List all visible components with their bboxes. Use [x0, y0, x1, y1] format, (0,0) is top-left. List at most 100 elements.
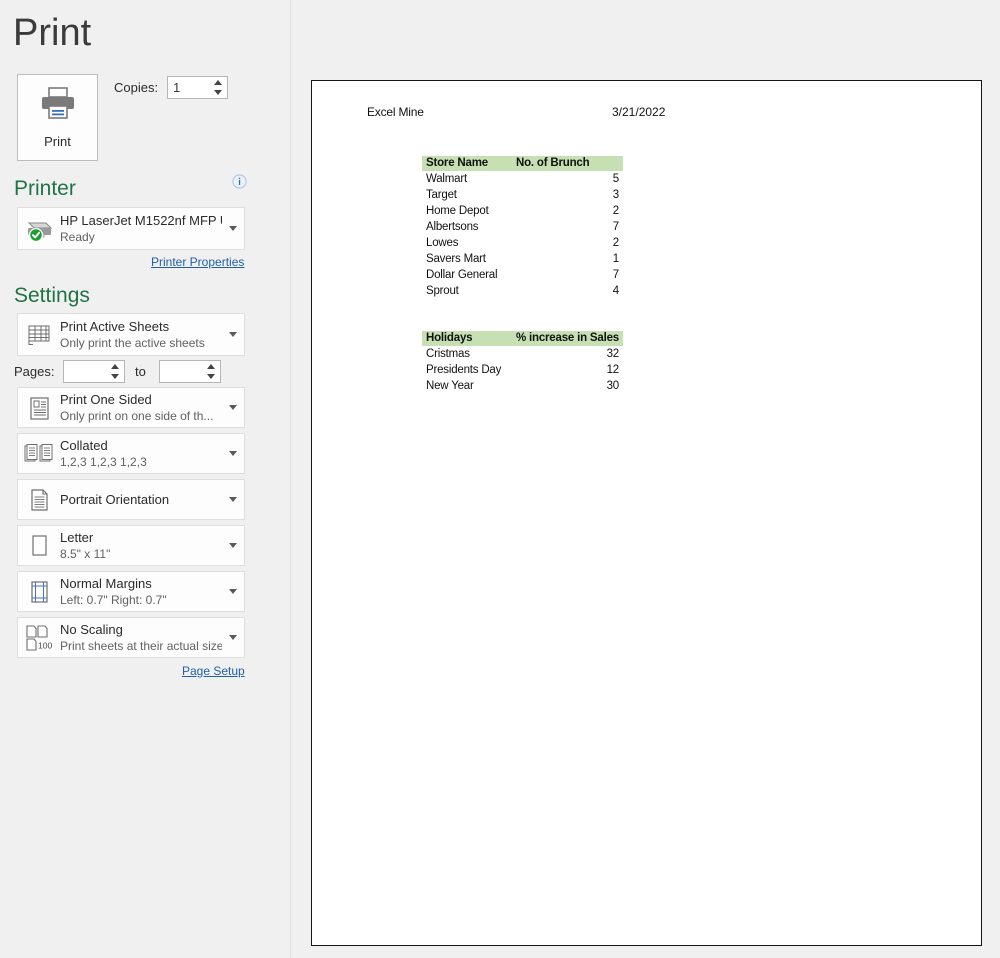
- setting-title: Letter: [60, 530, 94, 545]
- pages-to-stepper[interactable]: [159, 360, 221, 383]
- page-title: Print: [13, 12, 92, 54]
- worksheet-icon: [18, 322, 60, 348]
- cell-label: Target: [426, 189, 457, 201]
- chevron-down-icon[interactable]: [222, 405, 244, 410]
- column-header: No. of Brunch: [512, 156, 623, 171]
- portrait-icon: [18, 487, 60, 513]
- info-circle-icon[interactable]: [232, 174, 247, 194]
- cell-value: 3: [612, 189, 619, 201]
- table-row: Savers Mart 1: [422, 251, 623, 267]
- setting-title: Print One Sided: [60, 392, 152, 407]
- table-row: New Year 30: [422, 378, 623, 394]
- table-row: Home Depot 2: [422, 203, 623, 219]
- cell-value: 30: [606, 380, 620, 392]
- cell-value: 4: [612, 285, 619, 297]
- column-header: % increase in Sales: [512, 331, 623, 346]
- pages-to-input[interactable]: [160, 361, 205, 382]
- sheet-header-right: 3/21/2022: [612, 105, 666, 119]
- setting-subtitle: Only print on one side of th...: [60, 409, 214, 423]
- pages-from-decrement-button[interactable]: [108, 371, 122, 381]
- cell-value: 2: [612, 205, 619, 217]
- settings-section-heading: Settings: [14, 284, 90, 307]
- table-row: Target 3: [422, 187, 623, 203]
- table-header-row: Store Name No. of Brunch: [422, 156, 623, 171]
- pages-to-decrement-button[interactable]: [204, 371, 218, 381]
- table-row: Albertsons 7: [422, 219, 623, 235]
- copies-input[interactable]: [168, 77, 212, 98]
- chevron-down-icon[interactable]: [222, 543, 244, 548]
- setting-subtitle: Print sheets at their actual size: [60, 639, 222, 653]
- printer-properties-link[interactable]: Printer Properties: [151, 255, 244, 269]
- printer-select[interactable]: HP LaserJet M1522nf MFP U... Ready: [17, 207, 245, 250]
- table-row: Dollar General 7: [422, 267, 623, 283]
- column-header: Store Name: [422, 156, 512, 171]
- setting-subtitle: Only print the active sheets: [60, 336, 205, 350]
- column-header: Holidays: [422, 331, 512, 346]
- cell-label: Walmart: [426, 173, 467, 185]
- copies-stepper[interactable]: [167, 76, 228, 99]
- table-row: Presidents Day 12: [422, 362, 623, 378]
- chevron-down-icon[interactable]: [222, 226, 244, 231]
- scaling-icon: 100: [18, 624, 60, 652]
- table-header-row: Holidays % increase in Sales: [422, 331, 623, 346]
- cell-label: New Year: [426, 380, 474, 392]
- pages-from-input[interactable]: [64, 361, 109, 382]
- setting-subtitle: 1,2,3 1,2,3 1,2,3: [60, 455, 147, 469]
- setting-subtitle: Left: 0.7" Right: 0.7": [60, 593, 167, 607]
- setting-orientation[interactable]: Portrait Orientation: [17, 479, 245, 520]
- cell-value: 7: [612, 221, 619, 233]
- margins-icon: [18, 579, 60, 605]
- table-row: Cristmas 32: [422, 346, 623, 362]
- pages-to-label: to: [135, 364, 146, 379]
- print-settings-pane: Print Print Copies: 1 Printer HP LaserJe…: [0, 0, 290, 958]
- print-button-label: Print: [44, 134, 71, 149]
- paper-icon: [18, 533, 60, 559]
- printer-name: HP LaserJet M1522nf MFP U...: [60, 213, 222, 228]
- copies-increment-button[interactable]: [211, 77, 225, 87]
- preview-table-stores: Store Name No. of Brunch Walmart 5 Targe…: [422, 156, 623, 299]
- pages-to-increment-button[interactable]: [204, 361, 218, 371]
- pages-from-increment-button[interactable]: [108, 361, 122, 371]
- print-button[interactable]: Print: [17, 74, 98, 161]
- chevron-down-icon[interactable]: [222, 589, 244, 594]
- setting-scaling[interactable]: 100 No Scaling Print sheets at their act…: [17, 617, 245, 658]
- table-row: Walmart 5: [422, 171, 623, 187]
- print-preview-page[interactable]: Excel Mine 3/21/2022 Store Name No. of B…: [311, 80, 982, 946]
- setting-paper-size[interactable]: Letter 8.5" x 11": [17, 525, 245, 566]
- copies-decrement-button[interactable]: [211, 87, 225, 97]
- page-setup-link[interactable]: Page Setup: [182, 664, 245, 678]
- setting-title: Portrait Orientation: [60, 492, 170, 507]
- cell-label: Home Depot: [426, 205, 489, 217]
- setting-title: Collated: [60, 438, 108, 453]
- chevron-down-icon[interactable]: [222, 451, 244, 456]
- pages-label: Pages:: [14, 364, 55, 379]
- cell-label: Savers Mart: [426, 253, 486, 265]
- printer-status: Ready: [60, 230, 95, 244]
- setting-title: No Scaling: [60, 622, 123, 637]
- printer-icon: [38, 86, 78, 125]
- copies-label: Copies:: [114, 80, 159, 95]
- print-backstage: Print Print Copies: 1 Printer HP LaserJe…: [0, 0, 1000, 958]
- copies-spinner-arrows[interactable]: [211, 77, 225, 98]
- setting-collation[interactable]: Collated 1,2,3 1,2,3 1,2,3: [17, 433, 245, 474]
- chevron-down-icon[interactable]: [222, 332, 244, 337]
- sheet-header-left: Excel Mine: [367, 105, 424, 119]
- cell-value: 1: [612, 253, 619, 265]
- chevron-down-icon[interactable]: [222, 635, 244, 640]
- pages-from-spinner-arrows[interactable]: [108, 361, 122, 382]
- setting-print-what[interactable]: Print Active Sheets Only print the activ…: [17, 313, 245, 356]
- setting-sides[interactable]: Print One Sided Only print on one side o…: [17, 387, 245, 428]
- pages-from-stepper[interactable]: [63, 360, 125, 383]
- cell-label: Cristmas: [426, 348, 470, 360]
- collated-icon: [18, 441, 60, 467]
- pages-to-spinner-arrows[interactable]: [204, 361, 218, 382]
- setting-margins[interactable]: Normal Margins Left: 0.7" Right: 0.7": [17, 571, 245, 612]
- printer-section-heading: Printer: [14, 177, 76, 200]
- cell-label: Sprout: [426, 285, 459, 297]
- cell-label: Albertsons: [426, 221, 479, 233]
- cell-label: Dollar General: [426, 269, 498, 281]
- table-row: Sprout 4: [422, 283, 623, 299]
- cell-value: 5: [612, 173, 619, 185]
- chevron-down-icon[interactable]: [222, 497, 244, 502]
- cell-label: Presidents Day: [426, 364, 502, 376]
